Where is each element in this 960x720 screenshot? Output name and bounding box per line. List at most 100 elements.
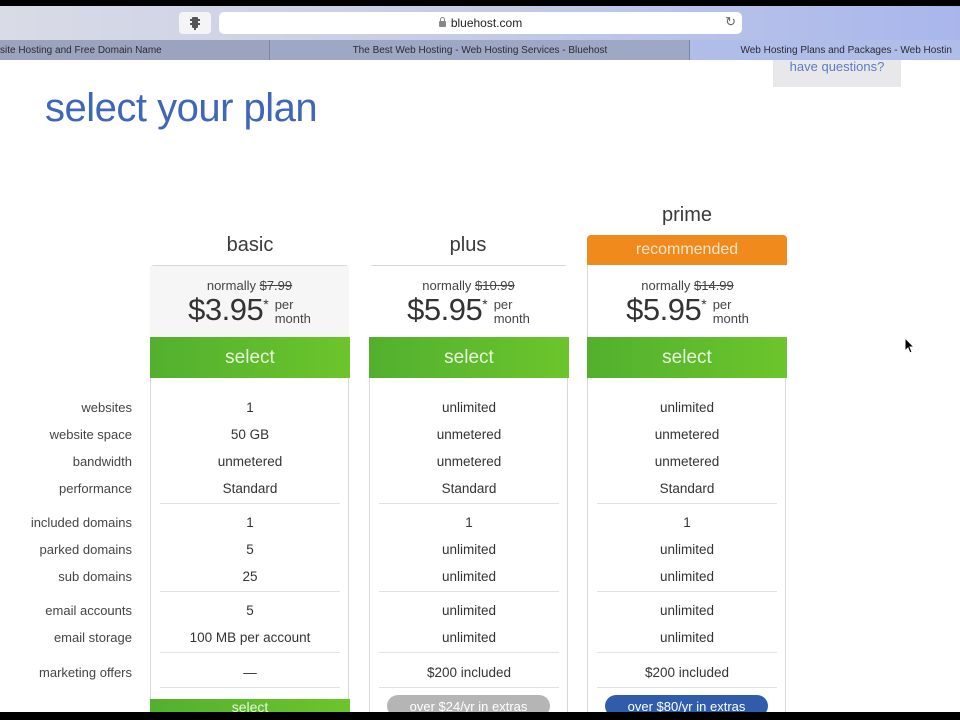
row-divider	[160, 652, 340, 653]
feature-value: Standard	[659, 481, 715, 496]
feature-value: 5	[246, 542, 254, 557]
normally-label: normally	[641, 278, 691, 293]
browser-window: bluehost.com ↻ site Hosting and Free Dom…	[0, 6, 960, 712]
feature-value: unlimited	[659, 603, 715, 618]
normally-label: normally	[206, 278, 256, 293]
extras-badge-plus: over $24/yr in extras	[387, 695, 550, 712]
feature-value: 1	[246, 400, 254, 415]
per-label: per	[274, 297, 294, 312]
traffic-light-icon	[190, 17, 200, 30]
feature-label: website space	[49, 427, 132, 442]
tab-bar: site Hosting and Free Domain Name The Be…	[0, 40, 960, 60]
feature-value: 1	[465, 515, 473, 530]
sale-price: $5.95	[407, 292, 483, 327]
feature-label: performance	[59, 481, 132, 496]
feature-value: 50 GB	[230, 427, 270, 442]
row-divider	[160, 687, 340, 688]
feature-label: marketing offers	[39, 665, 132, 680]
plan-name-prime: prime	[661, 204, 712, 226]
feature-value: unlimited	[441, 400, 497, 415]
asterisk: *	[263, 296, 269, 312]
feature-value: Standard	[441, 481, 497, 496]
extras-badge-prime: over $80/yr in extras	[605, 695, 768, 712]
asterisk: *	[701, 296, 707, 312]
browser-toolbar: bluehost.com ↻	[0, 6, 960, 40]
recommended-badge: recommended	[587, 235, 787, 265]
feature-value: unlimited	[659, 630, 715, 645]
reload-icon[interactable]: ↻	[725, 14, 736, 30]
tab-1[interactable]: site Hosting and Free Domain Name	[0, 40, 271, 60]
address-bar[interactable]: bluehost.com ↻	[219, 12, 742, 34]
period-label: month	[712, 311, 749, 326]
plan-name-basic: basic	[226, 234, 274, 256]
per-label: per	[712, 297, 732, 312]
url-text: bluehost.com	[450, 16, 523, 30]
feature-value: unlimited	[441, 542, 497, 557]
row-divider	[597, 503, 777, 504]
feature-value: Standard	[222, 481, 278, 496]
feature-label: parked domains	[39, 542, 133, 557]
feature-label: included domains	[30, 515, 132, 530]
privacy-shield-button[interactable]	[179, 12, 211, 34]
row-divider	[379, 503, 559, 504]
have-questions-link[interactable]: have questions?	[773, 60, 901, 87]
row-divider	[597, 687, 777, 688]
feature-label: sub domains	[58, 569, 132, 584]
feature-value: —	[243, 665, 257, 680]
feature-label: email accounts	[45, 603, 132, 618]
sale-price: $5.95	[626, 292, 702, 327]
feature-value: 100 MB per account	[189, 630, 311, 645]
feature-value: $200 included	[644, 665, 730, 680]
select-plus-button[interactable]: select	[369, 337, 569, 378]
row-divider	[160, 591, 340, 592]
price-area-plus: normally $10.99 $5.95 * per month	[369, 266, 568, 338]
feature-value: unlimited	[441, 569, 497, 584]
row-divider	[597, 652, 777, 653]
select-basic-bottom-button[interactable]: select	[150, 699, 350, 712]
feature-value: 25	[242, 569, 258, 584]
page-title: select your plan	[45, 86, 318, 130]
row-divider	[379, 687, 559, 688]
sale-price: $3.95	[188, 292, 264, 327]
per-month: per month	[275, 298, 311, 326]
period-label: month	[274, 311, 311, 326]
period-label: month	[493, 311, 530, 326]
per-label: per	[493, 297, 513, 312]
asterisk: *	[482, 296, 488, 312]
plan-name-plus: plus	[449, 234, 487, 256]
select-basic-button[interactable]: select	[150, 337, 350, 378]
feature-value: $200 included	[426, 665, 512, 680]
mouse-cursor-icon	[904, 337, 916, 354]
feature-value: 5	[246, 603, 254, 618]
feature-value: unmetered	[654, 454, 720, 469]
feature-value: unlimited	[441, 630, 497, 645]
normal-price: $7.99	[259, 278, 293, 293]
price-area-basic: normally $7.99 $3.95 * per month	[150, 266, 349, 338]
feature-value: 1	[246, 515, 254, 530]
feature-value: unmetered	[654, 427, 720, 442]
price-area-prime: normally $14.99 $5.95 * per month	[588, 266, 787, 338]
per-month: per month	[494, 298, 530, 326]
feature-label: email storage	[53, 630, 132, 645]
normally-label: normally	[422, 278, 472, 293]
feature-value: 1	[683, 515, 691, 530]
normal-price: $14.99	[693, 278, 734, 293]
row-divider	[597, 591, 777, 592]
feature-value: unmetered	[436, 454, 502, 469]
row-divider	[379, 591, 559, 592]
tab-2[interactable]: The Best Web Hosting - Web Hosting Servi…	[270, 40, 691, 60]
feature-value: unlimited	[659, 400, 715, 415]
per-month: per month	[713, 298, 749, 326]
feature-value: unmetered	[217, 454, 283, 469]
tab-3-active[interactable]: Web Hosting Plans and Packages - Web Hos…	[690, 40, 960, 60]
feature-value: unlimited	[659, 542, 715, 557]
feature-value: unlimited	[441, 603, 497, 618]
lock-icon	[438, 17, 446, 27]
row-divider	[160, 503, 340, 504]
feature-value: unmetered	[436, 427, 502, 442]
feature-label: websites	[81, 400, 132, 415]
select-prime-button[interactable]: select	[587, 337, 787, 378]
row-divider	[379, 652, 559, 653]
feature-value: unlimited	[659, 569, 715, 584]
normal-price: $10.99	[474, 278, 515, 293]
